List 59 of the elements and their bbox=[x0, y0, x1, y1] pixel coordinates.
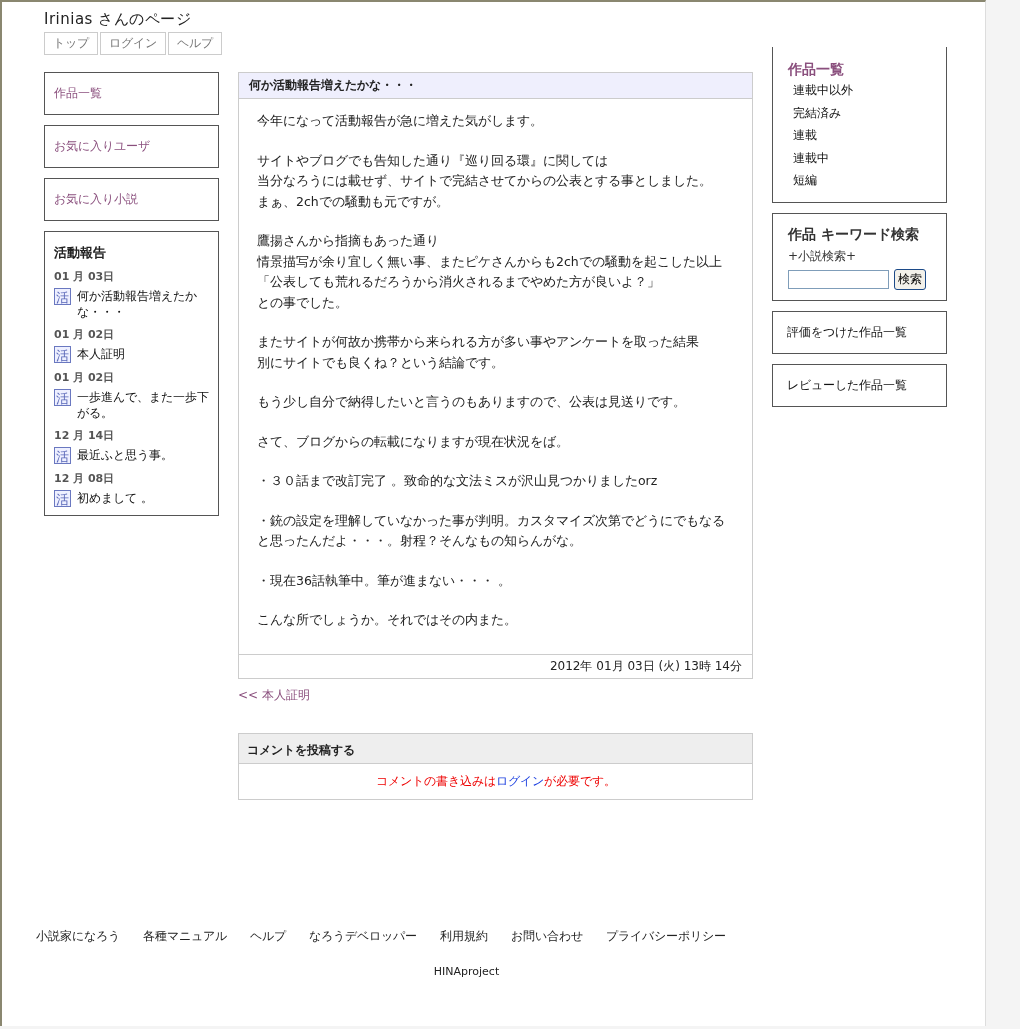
footer-link[interactable]: なろうデベロッパー bbox=[309, 928, 417, 945]
previous-link[interactable]: << 本人証明 bbox=[238, 686, 310, 704]
works-link[interactable]: 連載中 bbox=[788, 146, 931, 169]
comment-notice: コメントの書き込みは ログインが必要です。 bbox=[374, 772, 617, 790]
report-icon: 活 bbox=[54, 346, 71, 363]
search-button[interactable]: 検索 bbox=[894, 268, 926, 290]
article-title: 何か活動報告増えたかな・・・ bbox=[239, 73, 752, 99]
search-subheading: +小説検索+ bbox=[788, 247, 858, 265]
report-link[interactable]: 初めまして 。 bbox=[77, 490, 153, 506]
comment-heading: コメントを投稿する bbox=[239, 733, 752, 764]
menu-link[interactable]: お気に入り小説 bbox=[44, 178, 219, 221]
list-link[interactable]: レビューした作品一覧 bbox=[772, 363, 947, 407]
report-date: 12 月 08日 bbox=[54, 471, 116, 486]
footer-link[interactable]: 小説家になろう bbox=[36, 928, 120, 945]
footer-link[interactable]: 各種マニュアル bbox=[143, 928, 227, 945]
works-link[interactable]: 短編 bbox=[788, 169, 931, 192]
report-icon: 活 bbox=[54, 288, 71, 305]
nav-button[interactable]: ログイン bbox=[100, 32, 166, 55]
article-paragraph: ・銃の設定を理解していなかった事が判明。カスタマイズ次第でどうにでもなると思ったんだよ・・・。射程？そんなもの知らんがな。 bbox=[257, 511, 726, 550]
report-link[interactable]: 最近ふと思う事。 bbox=[77, 447, 173, 463]
nav-button[interactable]: トップ bbox=[44, 32, 98, 55]
report-date: 12 月 14日 bbox=[54, 428, 116, 443]
menu-link[interactable]: 作品一覧 bbox=[44, 72, 219, 115]
page-title: Irinias さんのページ bbox=[44, 10, 193, 29]
nav-button[interactable]: ヘルプ bbox=[168, 32, 222, 55]
report-date: 01 月 02日 bbox=[54, 327, 116, 342]
article-paragraph: もう少し自分で納得したいと言うのもありますので、公表は見送りです。 bbox=[257, 393, 687, 411]
menu-link[interactable]: お気に入りユーザ bbox=[44, 125, 219, 168]
article-paragraph: こんな所でしょうか。それではその内また。 bbox=[257, 611, 518, 629]
report-date: 01 月 02日 bbox=[54, 370, 116, 385]
list-link[interactable]: 評価をつけた作品一覧 bbox=[772, 310, 947, 354]
footer-link[interactable]: 利用規約 bbox=[440, 928, 488, 945]
search-field[interactable] bbox=[788, 269, 889, 289]
article-paragraph: さて、ブログからの転載になりますが現在状況をば。 bbox=[257, 432, 570, 451]
post-date: 2012年 01月 03日 (火) 13時 14分 bbox=[239, 653, 752, 678]
report-link[interactable]: 一歩進んで、また一歩下がる。 bbox=[77, 389, 209, 421]
article-paragraph: またサイトが何故か携帯から来られる方が多い事やアンケートを取った結果 別にサイトでも良くね？という結論です。 bbox=[257, 333, 700, 372]
article-paragraph: ・現在36話執筆中。筆が進まない・・・ 。 bbox=[257, 571, 512, 590]
article-paragraph: ・３０話まで改訂完了 。致命的な文法ミスが沢山見つかりましたorz bbox=[257, 472, 659, 490]
report-link[interactable]: 何か活動報告増えたかな・・・ bbox=[77, 288, 209, 320]
article-paragraph: 鷹揚さんから指摘もあった通り 情景描写が余り宜しく無い事、またピケさんからも2chでの騒動を起こした以上 「公表しても荒れるだろうから消火されるまでやめた方が良いよ？」 との事でした。 bbox=[257, 232, 723, 312]
activity-heading: 活動報告 bbox=[54, 244, 107, 262]
footer-link[interactable]: ヘルプ bbox=[250, 928, 286, 945]
article-paragraph: サイトやブログでも告知した通り『巡り回る環』に関しては 当分なろうには載せず、サイトで完結させてからの公表とする事としました。 まぁ、2chでの騒動も元ですが。 bbox=[257, 151, 713, 211]
works-link[interactable]: 連載 bbox=[788, 124, 931, 147]
report-icon: 活 bbox=[54, 447, 71, 464]
report-link[interactable]: 本人証明 bbox=[77, 346, 125, 362]
works-link[interactable]: 連載中以外 bbox=[788, 79, 931, 102]
search-heading: 作品 キーワード検索 bbox=[788, 225, 920, 244]
report-icon: 活 bbox=[54, 389, 71, 406]
works-link[interactable]: 完結済み bbox=[788, 101, 931, 124]
report-date: 01 月 03日 bbox=[54, 269, 116, 284]
footer-link[interactable]: お問い合わせ bbox=[511, 928, 583, 945]
footer-link[interactable]: プライバシーポリシー bbox=[606, 928, 726, 945]
copyright: HINAproject bbox=[432, 965, 501, 978]
report-icon: 活 bbox=[54, 490, 71, 507]
login-link[interactable]: ログイン bbox=[495, 773, 544, 788]
article-paragraph: 今年になって活動報告が急に増えた気がします。 bbox=[257, 112, 544, 130]
works-heading-link[interactable]: 作品一覧 bbox=[788, 61, 931, 79]
